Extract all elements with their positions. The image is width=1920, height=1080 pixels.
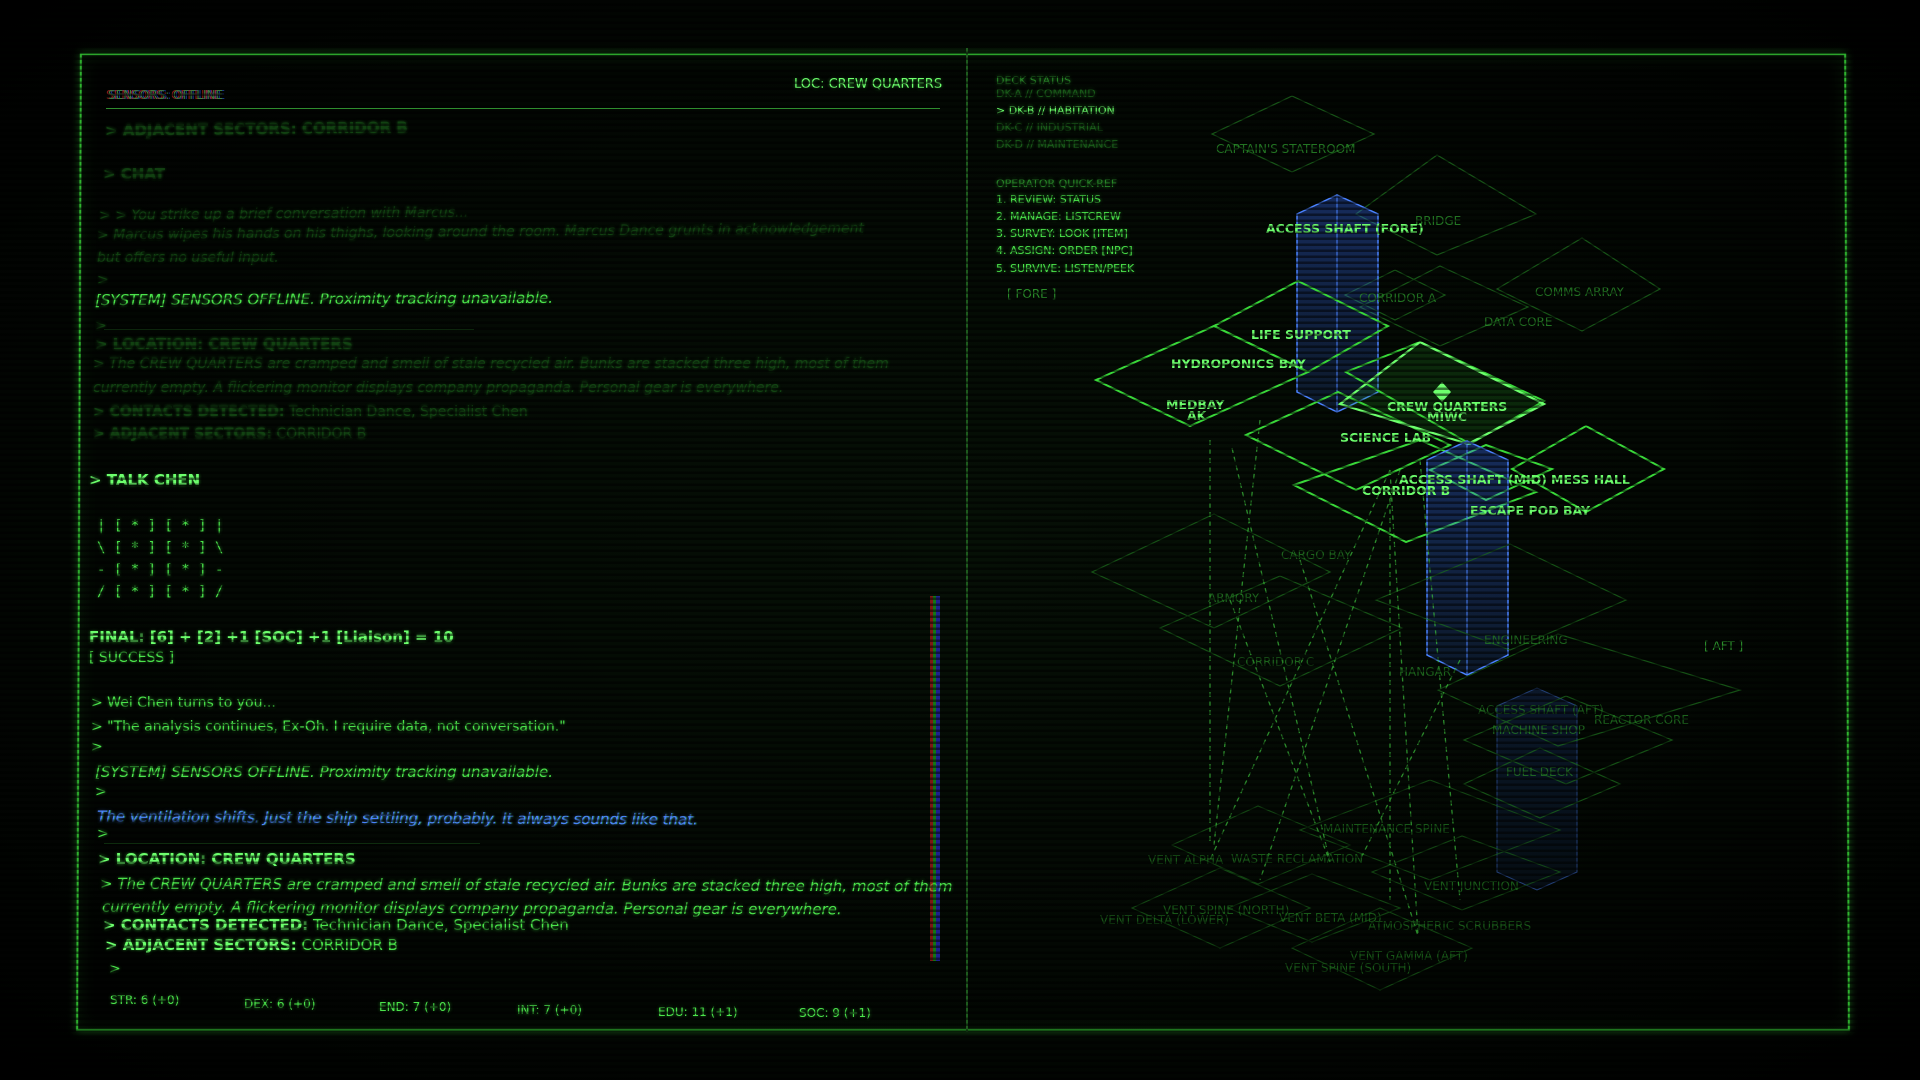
map-label-vent-junction: VENT JUNCTION: [1424, 879, 1519, 893]
map-label-hangar: HANGAR: [1399, 665, 1451, 679]
map-label-hydroponics: HYDROPONICS BAY: [1171, 356, 1307, 371]
crt-screen: SENSORS: OFFLINE LOC: CREW QUARTERS > AD…: [0, 0, 1920, 1080]
map-label-mess-hall: MESS HALL: [1551, 472, 1630, 487]
map-label-armory: ARMORY: [1208, 591, 1260, 605]
map-label-access-aft: ACCESS SHAFT (AFT): [1478, 703, 1604, 717]
map-aft-marker: [ AFT ]: [1704, 639, 1743, 653]
map-label-corridor-a: CORRIDOR A: [1359, 291, 1437, 305]
ship-map: CAPTAIN'S STATEROOM BRIDGE CORRIDOR A CO…: [1007, 95, 1743, 991]
map-label-reactor: REACTOR CORE: [1594, 713, 1689, 727]
map-label-data-core: DATA CORE: [1484, 315, 1552, 329]
map-label-vent-spine-south: VENT SPINE (SOUTH): [1285, 961, 1411, 975]
map-label-vent-alpha: VENT ALPHA: [1148, 853, 1224, 867]
map-label-access-fore: ACCESS SHAFT (FORE): [1266, 221, 1424, 236]
map-label-comms: COMMS ARRAY: [1535, 285, 1625, 299]
map-fore-marker: [ FORE ]: [1007, 287, 1056, 301]
map-label-maintenance-spine: MAINTENANCE SPINE: [1323, 822, 1450, 836]
map-label-miwc: MIWC: [1427, 409, 1467, 424]
map-label-life-support: LIFE SUPPORT: [1251, 327, 1351, 342]
map-label-corridor-c: CORRIDOR C: [1237, 655, 1314, 669]
map-label-corridor-b: CORRIDOR B: [1362, 483, 1450, 498]
map-label-machine-shop: MACHINE SHOP: [1492, 723, 1585, 737]
map-label-waste: WASTE RECLAMATION: [1231, 852, 1363, 866]
map-label-science-lab: SCIENCE LAB: [1340, 430, 1431, 445]
map-label-captains: CAPTAIN'S STATEROOM: [1216, 142, 1355, 156]
map-label-fuel-deck: FUEL DECK: [1506, 765, 1574, 779]
access-shaft-aft: [1496, 687, 1578, 891]
map-label-ak: AK: [1187, 408, 1208, 423]
map-label-vent-spine-north: VENT SPINE (NORTH): [1163, 903, 1289, 917]
map-label-scrubbers: ATMOSPHERIC SCRUBBERS: [1368, 919, 1531, 933]
map-label-escape-pod: ESCAPE POD BAY: [1470, 503, 1591, 518]
map-label-engineering: ENGINEERING: [1484, 633, 1568, 647]
map-label-vent-beta: VENT BETA (MID): [1279, 911, 1382, 925]
map-label-cargo-bay: CARGO BAY: [1281, 548, 1352, 562]
